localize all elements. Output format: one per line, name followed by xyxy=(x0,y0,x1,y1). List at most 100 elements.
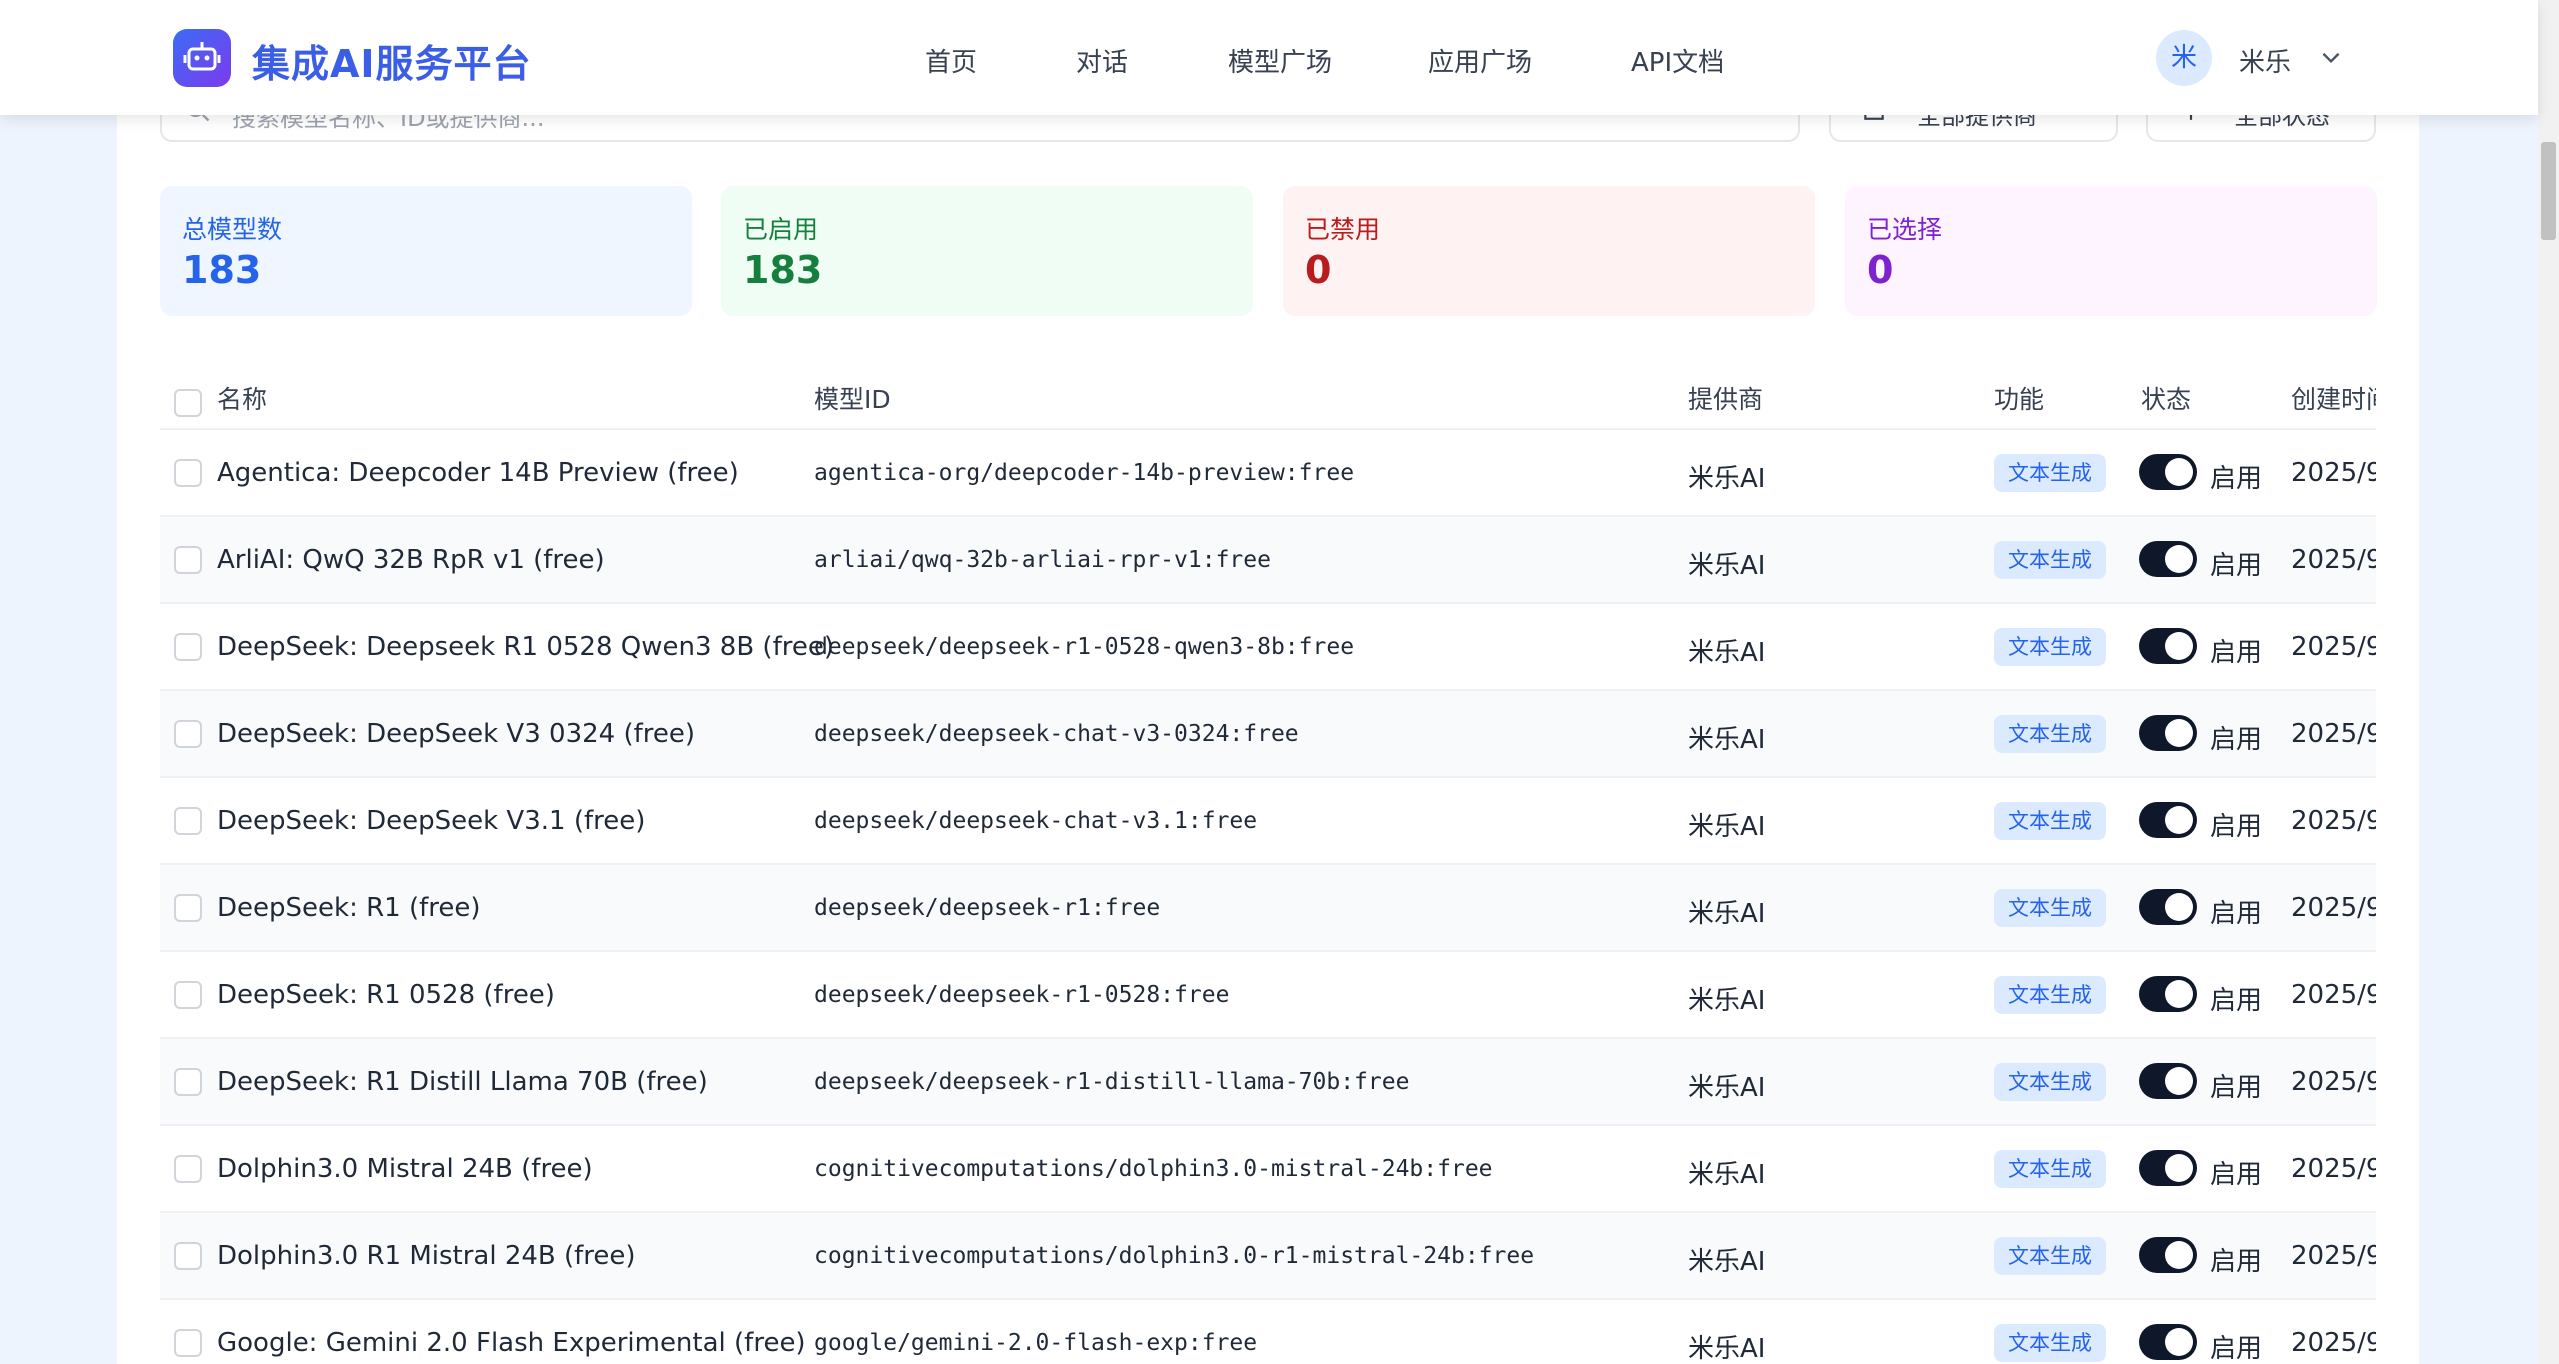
toggle-knob xyxy=(2165,458,2193,486)
model-id: deepseek/deepseek-r1-distill-llama-70b:f… xyxy=(814,1069,1410,1095)
model-id: cognitivecomputations/dolphin3.0-mistral… xyxy=(814,1156,1493,1182)
row-checkbox[interactable] xyxy=(174,1242,202,1270)
table-row[interactable]: Dolphin3.0 Mistral 24B (free) cognitiveco… xyxy=(160,1126,2376,1213)
scrollbar-thumb[interactable] xyxy=(2541,142,2556,240)
row-checkbox[interactable] xyxy=(174,1068,202,1096)
created-date: 2025/9/ xyxy=(2291,719,2376,749)
table-row[interactable]: DeepSeek: R1 (free) deepseek/deepseek-r1:… xyxy=(160,865,2376,952)
status-toggle[interactable] xyxy=(2139,715,2197,751)
avatar[interactable]: 米 xyxy=(2156,30,2212,86)
feature-badge: 文本生成 xyxy=(1994,1150,2106,1188)
stat-card-total-models: 总模型数 183 xyxy=(160,186,692,316)
row-checkbox[interactable] xyxy=(174,981,202,1009)
table-row[interactable]: DeepSeek: R1 Distill Llama 70B (free) dee… xyxy=(160,1039,2376,1126)
row-checkbox[interactable] xyxy=(174,633,202,661)
status-text: 启用 xyxy=(2210,551,2263,581)
select-all-checkbox[interactable] xyxy=(174,389,202,417)
model-name: Agentica: Deepcoder 14B Preview (free) xyxy=(217,458,739,488)
row-checkbox[interactable] xyxy=(174,546,202,574)
created-date: 2025/9/ xyxy=(2291,545,2376,575)
status-toggle[interactable] xyxy=(2139,1324,2197,1360)
feature-badge: 文本生成 xyxy=(1994,1237,2106,1275)
provider: 米乐AI xyxy=(1688,899,1766,929)
status-toggle[interactable] xyxy=(2139,976,2197,1012)
provider: 米乐AI xyxy=(1688,551,1766,581)
status-text: 启用 xyxy=(2210,638,2263,668)
stat-card-selected: 已选择 0 xyxy=(1845,186,2377,316)
column-header-name[interactable]: 名称 xyxy=(217,380,267,416)
table-row[interactable]: Dolphin3.0 R1 Mistral 24B (free) cognitiv… xyxy=(160,1213,2376,1300)
model-name: Dolphin3.0 R1 Mistral 24B (free) xyxy=(217,1241,636,1271)
status-text: 启用 xyxy=(2210,1334,2263,1364)
status-toggle[interactable] xyxy=(2139,1063,2197,1099)
row-checkbox[interactable] xyxy=(174,894,202,922)
stat-value: 183 xyxy=(743,248,823,292)
row-checkbox[interactable] xyxy=(174,1155,202,1183)
nav-model-plaza[interactable]: 模型广场 xyxy=(1228,42,1332,79)
row-checkbox[interactable] xyxy=(174,720,202,748)
feature-badge: 文本生成 xyxy=(1994,889,2106,927)
stat-label: 已禁用 xyxy=(1305,215,1381,244)
model-name: Google: Gemini 2.0 Flash Experimental (f… xyxy=(217,1328,806,1358)
toggle-knob xyxy=(2165,719,2193,747)
table-row[interactable]: DeepSeek: DeepSeek V3 0324 (free) deepsee… xyxy=(160,691,2376,778)
created-clip: 2025/9/ xyxy=(2291,1039,2376,1126)
status-toggle[interactable] xyxy=(2139,889,2197,925)
nav-home[interactable]: 首页 xyxy=(925,42,977,79)
status-text: 启用 xyxy=(2210,899,2263,929)
created-date: 2025/9/ xyxy=(2291,893,2376,923)
column-header-created-clip: 创建时间 xyxy=(2291,360,2376,430)
model-id: deepseek/deepseek-chat-v3.1:free xyxy=(814,808,1258,834)
app-title[interactable]: 集成AI服务平台 xyxy=(252,33,532,88)
status-toggle[interactable] xyxy=(2139,541,2197,577)
chevron-down-icon[interactable] xyxy=(2318,44,2344,70)
nav-chat[interactable]: 对话 xyxy=(1076,42,1128,79)
model-id: deepseek/deepseek-r1:free xyxy=(814,895,1161,921)
nav-api-docs[interactable]: API文档 xyxy=(1631,42,1724,79)
status-text: 启用 xyxy=(2210,725,2263,755)
column-header-provider[interactable]: 提供商 xyxy=(1688,380,1763,416)
status-toggle[interactable] xyxy=(2139,802,2197,838)
feature-badge: 文本生成 xyxy=(1994,541,2106,579)
model-name: DeepSeek: R1 Distill Llama 70B (free) xyxy=(217,1067,708,1097)
stat-value: 183 xyxy=(182,248,262,292)
model-id: cognitivecomputations/dolphin3.0-r1-mist… xyxy=(814,1243,1535,1269)
status-toggle[interactable] xyxy=(2139,1150,2197,1186)
stat-card-disabled: 已禁用 0 xyxy=(1283,186,1815,316)
model-id: agentica-org/deepcoder-14b-preview:free xyxy=(814,460,1355,486)
toggle-knob xyxy=(2165,545,2193,573)
nav-app-plaza[interactable]: 应用广场 xyxy=(1428,42,1532,79)
model-id: google/gemini-2.0-flash-exp:free xyxy=(814,1330,1258,1356)
created-date: 2025/9/ xyxy=(2291,1241,2376,1271)
created-clip: 2025/9/ xyxy=(2291,430,2376,517)
stat-value: 0 xyxy=(1867,248,1894,292)
table-row[interactable]: Agentica: Deepcoder 14B Preview (free) ag… xyxy=(160,430,2376,517)
model-name: Dolphin3.0 Mistral 24B (free) xyxy=(217,1154,593,1184)
toggle-knob xyxy=(2165,1154,2193,1182)
table-row[interactable]: DeepSeek: DeepSeek V3.1 (free) deepseek/d… xyxy=(160,778,2376,865)
table-row[interactable]: Google: Gemini 2.0 Flash Experimental (f… xyxy=(160,1300,2376,1364)
created-clip: 2025/9/ xyxy=(2291,604,2376,691)
feature-badge: 文本生成 xyxy=(1994,715,2106,753)
model-name: DeepSeek: Deepseek R1 0528 Qwen3 8B (fre… xyxy=(217,632,834,662)
provider: 米乐AI xyxy=(1688,638,1766,668)
column-header-model-id[interactable]: 模型ID xyxy=(814,380,891,416)
table-row[interactable]: ArliAI: QwQ 32B RpR v1 (free) arliai/qwq-… xyxy=(160,517,2376,604)
status-toggle[interactable] xyxy=(2139,628,2197,664)
table-row[interactable]: DeepSeek: R1 0528 (free) deepseek/deepsee… xyxy=(160,952,2376,1039)
column-header-status[interactable]: 状态 xyxy=(2141,380,2191,416)
column-header-feature[interactable]: 功能 xyxy=(1994,380,2044,416)
status-text: 启用 xyxy=(2210,1160,2263,1190)
model-id: arliai/qwq-32b-arliai-rpr-v1:free xyxy=(814,547,1271,573)
user-name[interactable]: 米乐 xyxy=(2239,42,2291,79)
stat-value: 0 xyxy=(1305,248,1332,292)
column-header-created[interactable]: 创建时间 xyxy=(2291,380,2376,416)
row-checkbox[interactable] xyxy=(174,807,202,835)
created-clip: 2025/9/ xyxy=(2291,952,2376,1039)
status-toggle[interactable] xyxy=(2139,454,2197,490)
row-checkbox[interactable] xyxy=(174,459,202,487)
provider: 米乐AI xyxy=(1688,464,1766,494)
row-checkbox[interactable] xyxy=(174,1329,202,1357)
status-toggle[interactable] xyxy=(2139,1237,2197,1273)
table-row[interactable]: DeepSeek: Deepseek R1 0528 Qwen3 8B (fre… xyxy=(160,604,2376,691)
